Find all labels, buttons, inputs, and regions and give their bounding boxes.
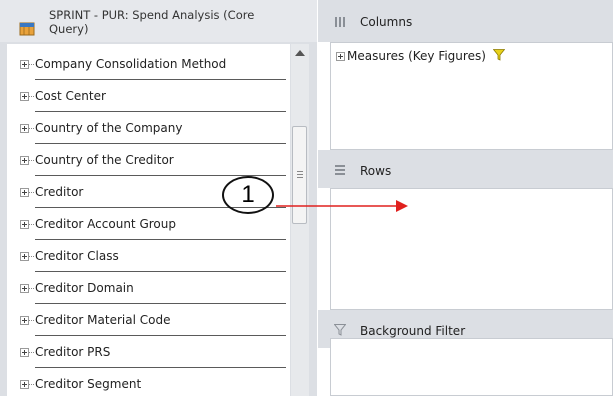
columns-header: Columns <box>318 0 613 42</box>
dimension-item[interactable]: Creditor PRS <box>7 337 290 368</box>
measures-item[interactable]: Measures (Key Figures) <box>336 49 506 64</box>
tree-connector <box>29 64 34 65</box>
row-divider <box>35 143 286 144</box>
dimension-label: Creditor PRS <box>35 345 111 359</box>
dimension-item[interactable]: Creditor Material Code <box>7 305 290 336</box>
row-divider <box>35 79 286 80</box>
expand-icon[interactable] <box>20 92 29 101</box>
rows-icon <box>334 164 346 179</box>
dimension-label: Creditor <box>35 185 84 199</box>
tree-connector <box>29 128 34 129</box>
tree-connector <box>29 384 34 385</box>
scroll-grip <box>297 174 303 175</box>
dimension-label: Creditor Material Code <box>35 313 171 327</box>
expand-icon[interactable] <box>20 156 29 165</box>
callout-circle: 1 <box>222 176 274 214</box>
expand-icon[interactable] <box>20 124 29 133</box>
rows-header: Rows <box>318 150 613 188</box>
filter-funnel-icon[interactable] <box>492 49 506 64</box>
dimension-label: Creditor Account Group <box>35 217 176 231</box>
row-divider <box>35 271 286 272</box>
dimension-label: Creditor Segment <box>35 377 142 391</box>
dimension-label: Creditor Class <box>35 249 119 263</box>
columns-icon <box>334 16 346 31</box>
background-filter-title: Background Filter <box>360 324 466 338</box>
row-divider <box>35 335 286 336</box>
tree-connector <box>29 320 34 321</box>
dimension-label: Country of the Creditor <box>35 153 174 167</box>
dimension-item[interactable]: Company Consolidation Method <box>7 49 290 80</box>
expand-icon[interactable] <box>336 52 345 61</box>
tree-connector <box>29 256 34 257</box>
tree-connector <box>29 288 34 289</box>
columns-title: Columns <box>360 15 413 29</box>
expand-icon[interactable] <box>20 316 29 325</box>
query-title: SPRINT - PUR: Spend Analysis (Core Query… <box>49 8 255 36</box>
dimension-item[interactable]: Creditor Class <box>7 241 290 272</box>
dimension-label: Creditor Domain <box>35 281 134 295</box>
expand-icon[interactable] <box>20 220 29 229</box>
row-divider <box>35 367 286 368</box>
cube-icon <box>19 22 35 36</box>
tree-connector <box>29 192 34 193</box>
dimension-item[interactable]: Cost Center <box>7 81 290 112</box>
background-filter-drop-area[interactable] <box>330 338 613 396</box>
tree-connector <box>29 352 34 353</box>
expand-icon[interactable] <box>20 380 29 389</box>
scroll-up-arrow-icon[interactable] <box>295 50 305 56</box>
dimension-item[interactable]: Creditor Domain <box>7 273 290 304</box>
callout-number: 1 <box>241 181 255 208</box>
expand-icon[interactable] <box>20 284 29 293</box>
expand-icon[interactable] <box>20 348 29 357</box>
scroll-grip <box>297 177 303 178</box>
columns-drop-area[interactable]: Measures (Key Figures) <box>330 42 613 150</box>
dimension-label: Cost Center <box>35 89 106 103</box>
expand-icon[interactable] <box>20 188 29 197</box>
expand-icon[interactable] <box>20 60 29 69</box>
expand-icon[interactable] <box>20 252 29 261</box>
row-divider <box>35 111 286 112</box>
rows-title: Rows <box>360 164 392 178</box>
dimension-label: Company Consolidation Method <box>35 57 227 71</box>
rows-drop-area[interactable] <box>330 188 613 310</box>
dimension-item[interactable]: Country of the Creditor <box>7 145 290 176</box>
dimension-item[interactable]: Country of the Company <box>7 113 290 144</box>
dimension-item[interactable]: Creditor Segment <box>7 369 290 396</box>
tree-connector <box>29 96 34 97</box>
scroll-thumb[interactable] <box>292 126 307 224</box>
query-panel-header: SPRINT - PUR: Spend Analysis (Core Query… <box>0 0 317 42</box>
measures-label: Measures (Key Figures) <box>347 49 486 63</box>
tree-connector <box>29 160 34 161</box>
scroll-grip <box>297 171 303 172</box>
row-divider <box>35 303 286 304</box>
row-divider <box>35 239 286 240</box>
dimension-label: Country of the Company <box>35 121 183 135</box>
dimension-list-scrollbar[interactable] <box>291 44 309 396</box>
dimension-list: Company Consolidation Method Cost Center C… <box>7 44 290 396</box>
tree-connector <box>29 224 34 225</box>
filter-icon <box>333 324 347 339</box>
